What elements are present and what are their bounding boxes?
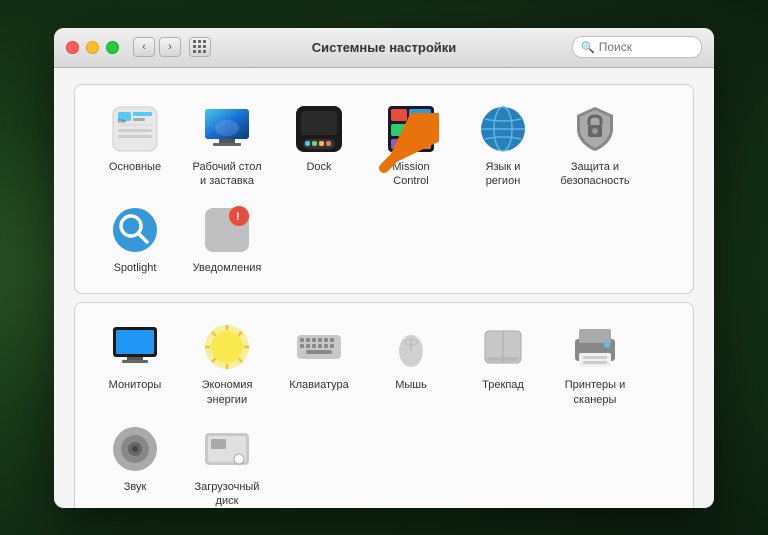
pref-osnov[interactable]: File Основные [91,97,179,195]
startup-icon [201,423,253,475]
keyboard-icon [293,321,345,373]
pref-startup[interactable]: Загрузочныйдиск [183,417,271,508]
system-preferences-window: ‹ › Системные настройки 🔍 [54,28,714,508]
keyboard-label: Клавиатура [289,378,349,392]
pref-trackpad[interactable]: Трекпад [459,315,547,413]
dock-icon [293,103,345,155]
content-area: File Основные [54,68,714,508]
desktop-icon [201,103,253,155]
titlebar: ‹ › Системные настройки 🔍 [54,28,714,68]
energy-icon [201,321,253,373]
monitors-icon [109,321,161,373]
dock-label: Dock [306,160,331,174]
osnov-icon: File [109,103,161,155]
svg-text:File: File [118,119,126,125]
minimize-button[interactable] [86,41,99,54]
sound-icon [109,423,161,475]
maximize-button[interactable] [106,41,119,54]
pref-energy[interactable]: Экономияэнергии [183,315,271,413]
section-personal-grid: File Основные [91,97,677,282]
pref-printers[interactable]: Принтеры исканеры [551,315,639,413]
section-hardware: Мониторы [74,302,694,507]
trackpad-label: Трекпад [482,378,524,392]
spotlight-icon [109,204,161,256]
pref-mouse[interactable]: Мышь [367,315,455,413]
mouse-icon [385,321,437,373]
mission-icon [385,103,437,155]
security-label: Защита ибезопасность [560,160,629,189]
spotlight-label: Spotlight [114,261,157,275]
section-personal: File Основные [74,84,694,295]
printers-icon [569,321,621,373]
monitors-label: Мониторы [109,378,162,392]
pref-monitors[interactable]: Мониторы [91,315,179,413]
pref-notif[interactable]: ! Уведомления [183,198,271,281]
pref-dock[interactable]: Dock [275,97,363,195]
search-input[interactable] [599,40,693,54]
printers-label: Принтеры исканеры [565,378,626,407]
startup-label: Загрузочныйдиск [195,480,260,508]
window-title: Системные настройки [312,40,457,55]
search-box[interactable]: 🔍 [572,36,702,58]
svg-text:!: ! [236,211,240,223]
grid-view-button[interactable] [189,37,211,57]
sound-label: Звук [124,480,147,494]
pref-lang[interactable]: Язык ирегион [459,97,547,195]
close-button[interactable] [66,41,79,54]
search-icon: 🔍 [581,41,595,54]
grid-icon [193,40,207,54]
traffic-lights [66,41,119,54]
lang-label: Язык ирегион [486,160,521,189]
mission-label: MissionControl [392,160,429,189]
mouse-label: Мышь [395,378,427,392]
pref-security[interactable]: Защита ибезопасность [551,97,639,195]
notif-icon: ! [201,204,253,256]
pref-keyboard[interactable]: Клавиатура [275,315,363,413]
energy-label: Экономияэнергии [202,378,253,407]
lang-icon [477,103,529,155]
pref-desktop[interactable]: Рабочий столи заставка [183,97,271,195]
pref-spotlight[interactable]: Spotlight [91,198,179,281]
pref-sound[interactable]: Звук [91,417,179,508]
trackpad-icon [477,321,529,373]
security-icon [569,103,621,155]
osnov-label: Основные [109,160,161,174]
section-hardware-grid: Мониторы [91,315,677,507]
notif-label: Уведомления [193,261,262,275]
nav-buttons: ‹ › [133,37,211,57]
desktop-label: Рабочий столи заставка [192,160,261,189]
pref-mission[interactable]: MissionControl [367,97,455,195]
forward-button[interactable]: › [159,37,181,57]
back-button[interactable]: ‹ [133,37,155,57]
